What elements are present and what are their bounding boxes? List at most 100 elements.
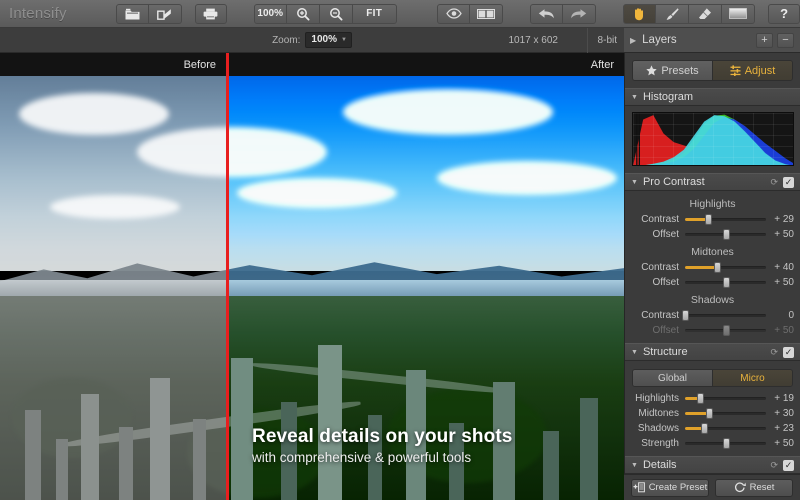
histogram-chart [632,112,794,166]
zoom-control[interactable]: Zoom: 100% ▼ [272,32,352,48]
structure-tab-global[interactable]: Global [633,370,712,386]
remove-layer-button[interactable]: − [777,33,794,48]
preview-toggle-button[interactable] [437,4,470,24]
slider[interactable] [685,227,766,242]
file-tool-group [116,4,182,24]
eye-icon [446,8,462,19]
slider-label: Contrast [631,262,685,273]
slider[interactable] [685,212,766,227]
help-icon: ? [780,6,788,21]
panel-mode-tabs: Presets Adjust [632,60,793,81]
chevron-down-icon: ▼ [631,349,638,356]
slider-value: + 30 [766,408,794,419]
slider-knob[interactable] [701,423,708,434]
structure-body: GlobalMicro Highlights+ 19Midtones+ 30Sh… [625,361,800,456]
export-button[interactable] [149,4,182,24]
slider-row[interactable]: Highlights+ 19 [625,391,800,406]
details-header[interactable]: ▼ Details ⟳ ✓ [625,456,800,474]
layers-header[interactable]: ▶ Layers + − [624,28,800,53]
section-pro-contrast: ▼ Pro Contrast ⟳ ✓ HighlightsContrast+ 2… [625,173,800,343]
pro-contrast-header[interactable]: ▼ Pro Contrast ⟳ ✓ [625,173,800,191]
panel-footer: Create Preset Reset [624,474,800,500]
main-toolbar: Intensify [0,0,800,28]
redo-button[interactable] [563,4,596,24]
slider-row[interactable]: Contrast+ 29 [625,212,800,227]
tab-presets[interactable]: Presets [633,61,712,80]
split-view-icon [477,9,495,19]
slider-knob[interactable] [706,408,713,419]
building [231,358,253,500]
slider[interactable] [685,436,766,451]
zoom-out-button[interactable] [320,4,353,24]
fit-button[interactable]: FIT [353,4,397,24]
eraser-tool-button[interactable] [689,4,722,24]
slider[interactable] [685,275,766,290]
section-structure: ▼ Structure ⟳ ✓ GlobalMicro Highlights+ … [625,343,800,456]
gradient-tool-button[interactable] [722,4,755,24]
reset-icon[interactable]: ⟳ [770,347,778,358]
slider[interactable] [685,406,766,421]
slider-knob[interactable] [723,438,730,449]
print-button[interactable] [195,4,227,24]
structure-checkbox[interactable]: ✓ [783,347,794,358]
slider-label: Offset [631,325,685,336]
help-button[interactable]: ? [768,4,800,24]
zoom-in-icon [296,7,310,21]
zoom-in-button[interactable] [287,4,320,24]
pro-contrast-checkbox[interactable]: ✓ [783,177,794,188]
slider-knob[interactable] [723,229,730,240]
slider[interactable] [685,308,766,323]
hand-tool-button[interactable] [623,4,656,24]
adjust-panel: Presets Adjust ▼ Histogram [624,53,800,500]
slider-row[interactable]: Offset+ 50 [625,275,800,290]
slider-label: Shadows [631,423,685,434]
zoom-value-field[interactable]: 100% ▼ [305,32,352,48]
reset-button[interactable]: Reset [715,479,793,497]
slider-value: 0 [766,310,794,321]
layers-title: Layers [642,34,752,46]
slider-row[interactable]: Strength+ 50 [625,436,800,451]
slider-value: + 19 [766,393,794,404]
brush-tool-button[interactable] [656,4,689,24]
building [150,378,170,500]
slider-row[interactable]: Offset+ 50 [625,227,800,242]
structure-header[interactable]: ▼ Structure ⟳ ✓ [625,343,800,361]
slider-row[interactable]: Offset+ 50 [625,323,800,338]
slider-row[interactable]: Midtones+ 30 [625,406,800,421]
before-after-divider[interactable] [226,53,229,500]
compare-split-button[interactable] [470,4,503,24]
cloud [237,178,397,208]
slider-row[interactable]: Shadows + 23 [625,421,800,436]
open-folder-button[interactable] [116,4,149,24]
reset-icon[interactable]: ⟳ [770,177,778,188]
slider-knob[interactable] [705,214,712,225]
slider[interactable] [685,421,766,436]
slider[interactable] [685,260,766,275]
zoom-percent-button[interactable]: 100% [254,4,287,24]
building [543,431,559,500]
chevron-down-icon: ▼ [631,462,638,469]
slider[interactable] [685,391,766,406]
details-checkbox[interactable]: ✓ [783,460,794,471]
group-label: Midtones [625,246,800,258]
eraser-icon [698,7,712,21]
chevron-down-icon: ▼ [631,94,638,101]
histogram-header[interactable]: ▼ Histogram [625,88,800,106]
slider-knob[interactable] [682,310,689,321]
slider-knob[interactable] [697,393,704,404]
image-canvas[interactable]: Before After [0,53,624,500]
undo-button[interactable] [530,4,563,24]
reset-icon[interactable]: ⟳ [770,460,778,471]
export-icon [157,8,172,20]
slider-value: + 23 [766,423,794,434]
slider-knob[interactable] [723,277,730,288]
structure-tab-micro[interactable]: Micro [712,370,792,386]
slider-row[interactable]: Contrast0 [625,308,800,323]
slider-knob[interactable] [714,262,721,273]
create-preset-button[interactable]: Create Preset [631,479,709,497]
slider-knob[interactable] [723,325,730,336]
slider-row[interactable]: Contrast+ 40 [625,260,800,275]
slider[interactable] [685,323,766,338]
add-layer-button[interactable]: + [756,33,773,48]
tab-adjust[interactable]: Adjust [712,61,792,80]
